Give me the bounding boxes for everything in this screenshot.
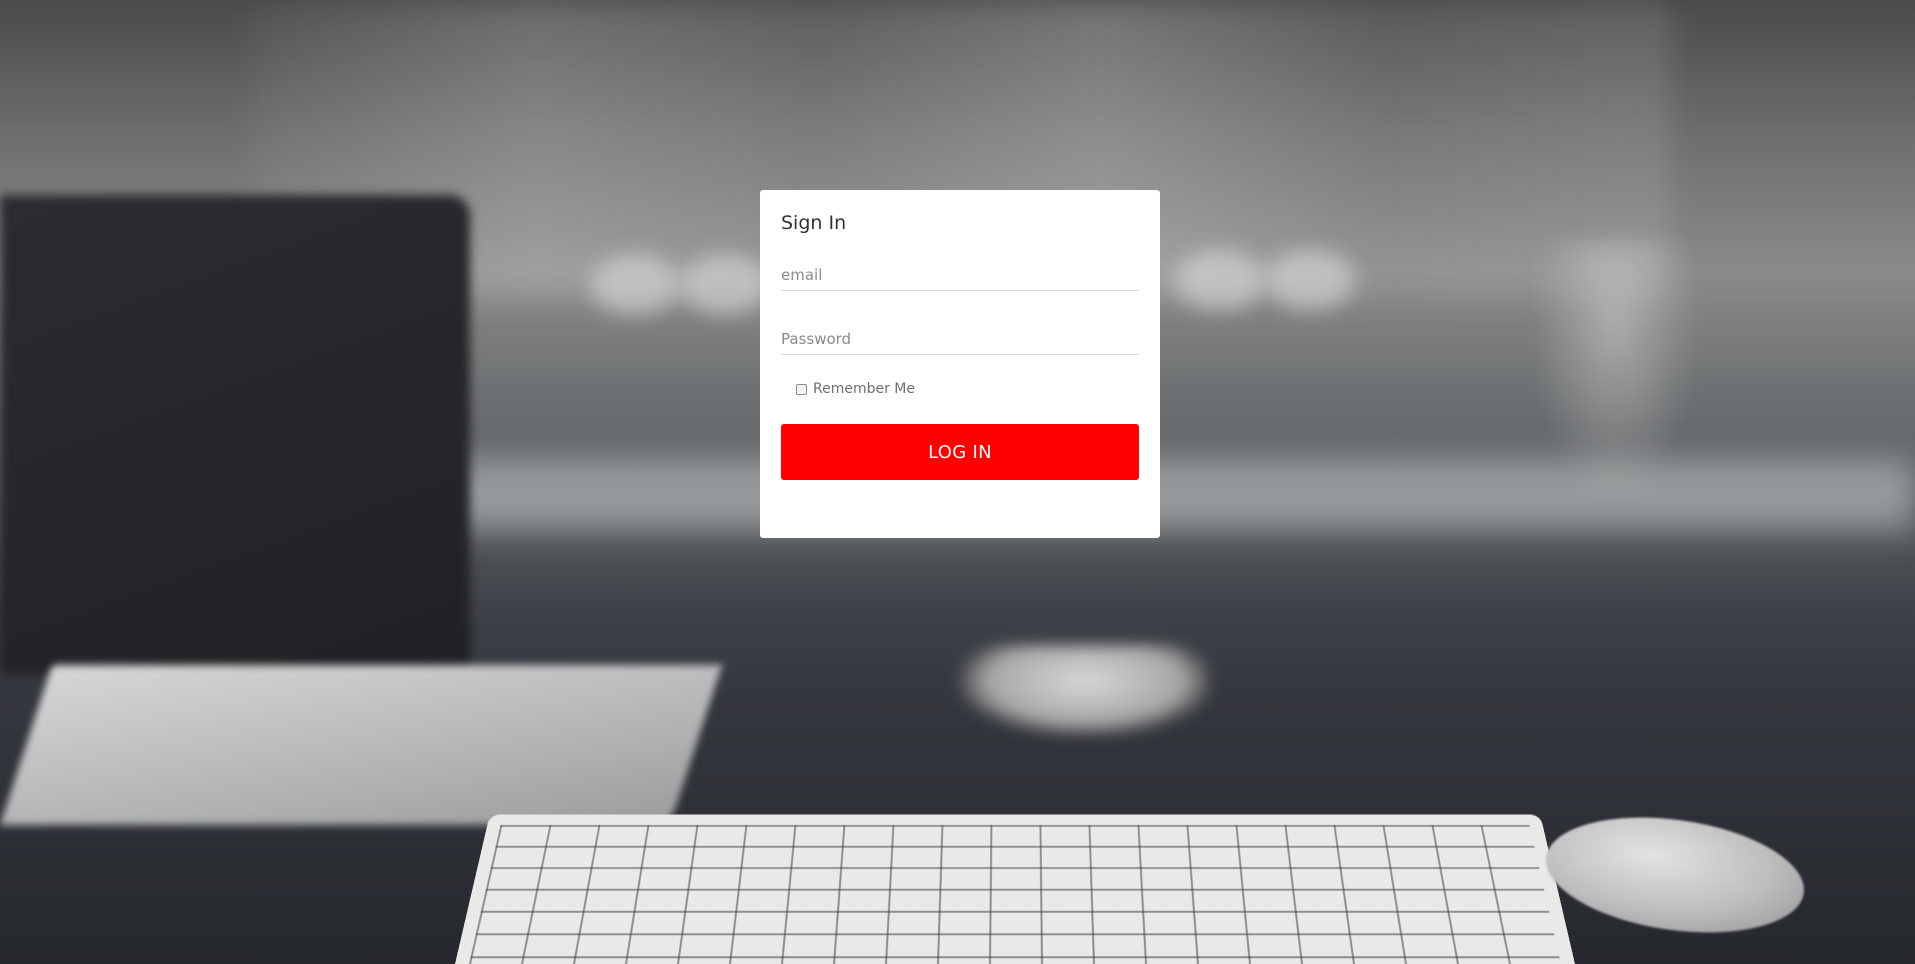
login-button[interactable]: LOG IN bbox=[781, 424, 1139, 480]
remember-me-option[interactable]: Remember Me bbox=[796, 380, 1139, 398]
background-light bbox=[590, 255, 680, 315]
email-input[interactable] bbox=[781, 266, 1139, 284]
background-bowl bbox=[960, 645, 1210, 735]
password-input[interactable] bbox=[781, 330, 1139, 348]
background-light bbox=[680, 255, 770, 315]
background-light bbox=[1175, 250, 1265, 310]
password-field-wrapper bbox=[781, 316, 1139, 355]
background-keyboard bbox=[455, 815, 1575, 964]
background-keyboard-keys bbox=[469, 825, 1561, 964]
login-page: Sign In Remember Me LOG IN bbox=[0, 0, 1915, 964]
background-light bbox=[1265, 250, 1355, 310]
background-laptop-base bbox=[0, 665, 722, 825]
background-sill bbox=[420, 460, 1915, 530]
remember-me-checkbox[interactable] bbox=[796, 384, 807, 395]
email-field-wrapper bbox=[781, 252, 1139, 291]
sign-in-title: Sign In bbox=[781, 210, 1139, 236]
remember-me-label: Remember Me bbox=[813, 381, 915, 397]
background-laptop-screen bbox=[0, 195, 470, 675]
sign-in-card: Sign In Remember Me LOG IN bbox=[760, 190, 1160, 538]
